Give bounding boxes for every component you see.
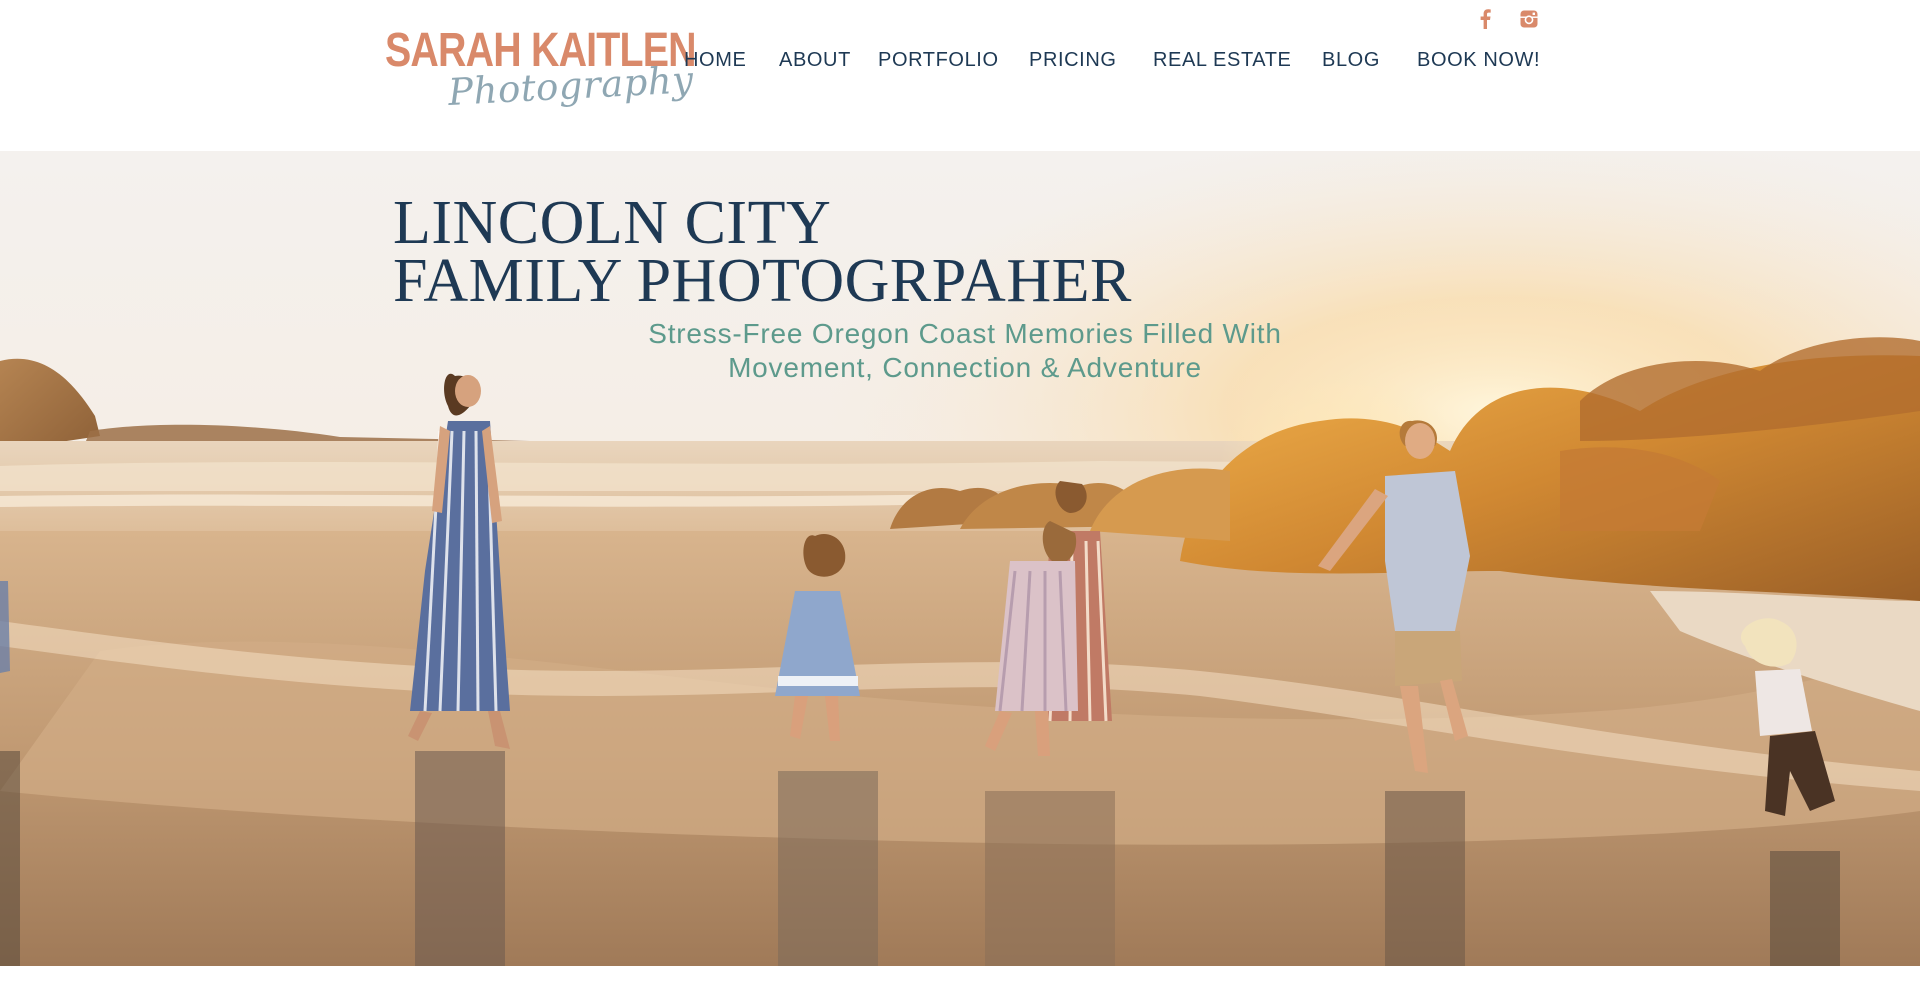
main-nav: HOME ABOUT PORTFOLIO PRICING REAL ESTATE…: [0, 47, 1920, 73]
hero-title-line-1: LINCOLN CITY: [393, 189, 832, 257]
nav-about[interactable]: ABOUT: [779, 47, 851, 73]
nav-pricing[interactable]: PRICING: [1029, 47, 1117, 73]
facebook-icon[interactable]: [1475, 9, 1495, 29]
nav-home[interactable]: HOME: [684, 47, 746, 73]
hero-section: LINCOLN CITY FAMILY PHOTOGRPAHER Stress-…: [0, 151, 1920, 966]
nav-blog[interactable]: BLOG: [1322, 47, 1380, 73]
hero-subtitle: Stress-Free Oregon Coast Memories Filled…: [648, 318, 1282, 383]
instagram-icon[interactable]: [1519, 9, 1539, 29]
page-below-hero: [0, 966, 1920, 993]
site-header: SARAH KAITLEN Photography HOME ABOUT POR…: [0, 0, 1920, 151]
nav-real-estate[interactable]: REAL ESTATE: [1153, 47, 1292, 73]
hero-title-line-2: FAMILY PHOTOGRPAHER: [393, 247, 1132, 315]
nav-book-now[interactable]: BOOK NOW!: [1417, 47, 1540, 73]
brand-logo[interactable]: SARAH KAITLEN Photography: [385, 22, 697, 134]
nav-portfolio[interactable]: PORTFOLIO: [878, 47, 999, 73]
hero-title: LINCOLN CITY FAMILY PHOTOGRPAHER: [393, 189, 1132, 315]
